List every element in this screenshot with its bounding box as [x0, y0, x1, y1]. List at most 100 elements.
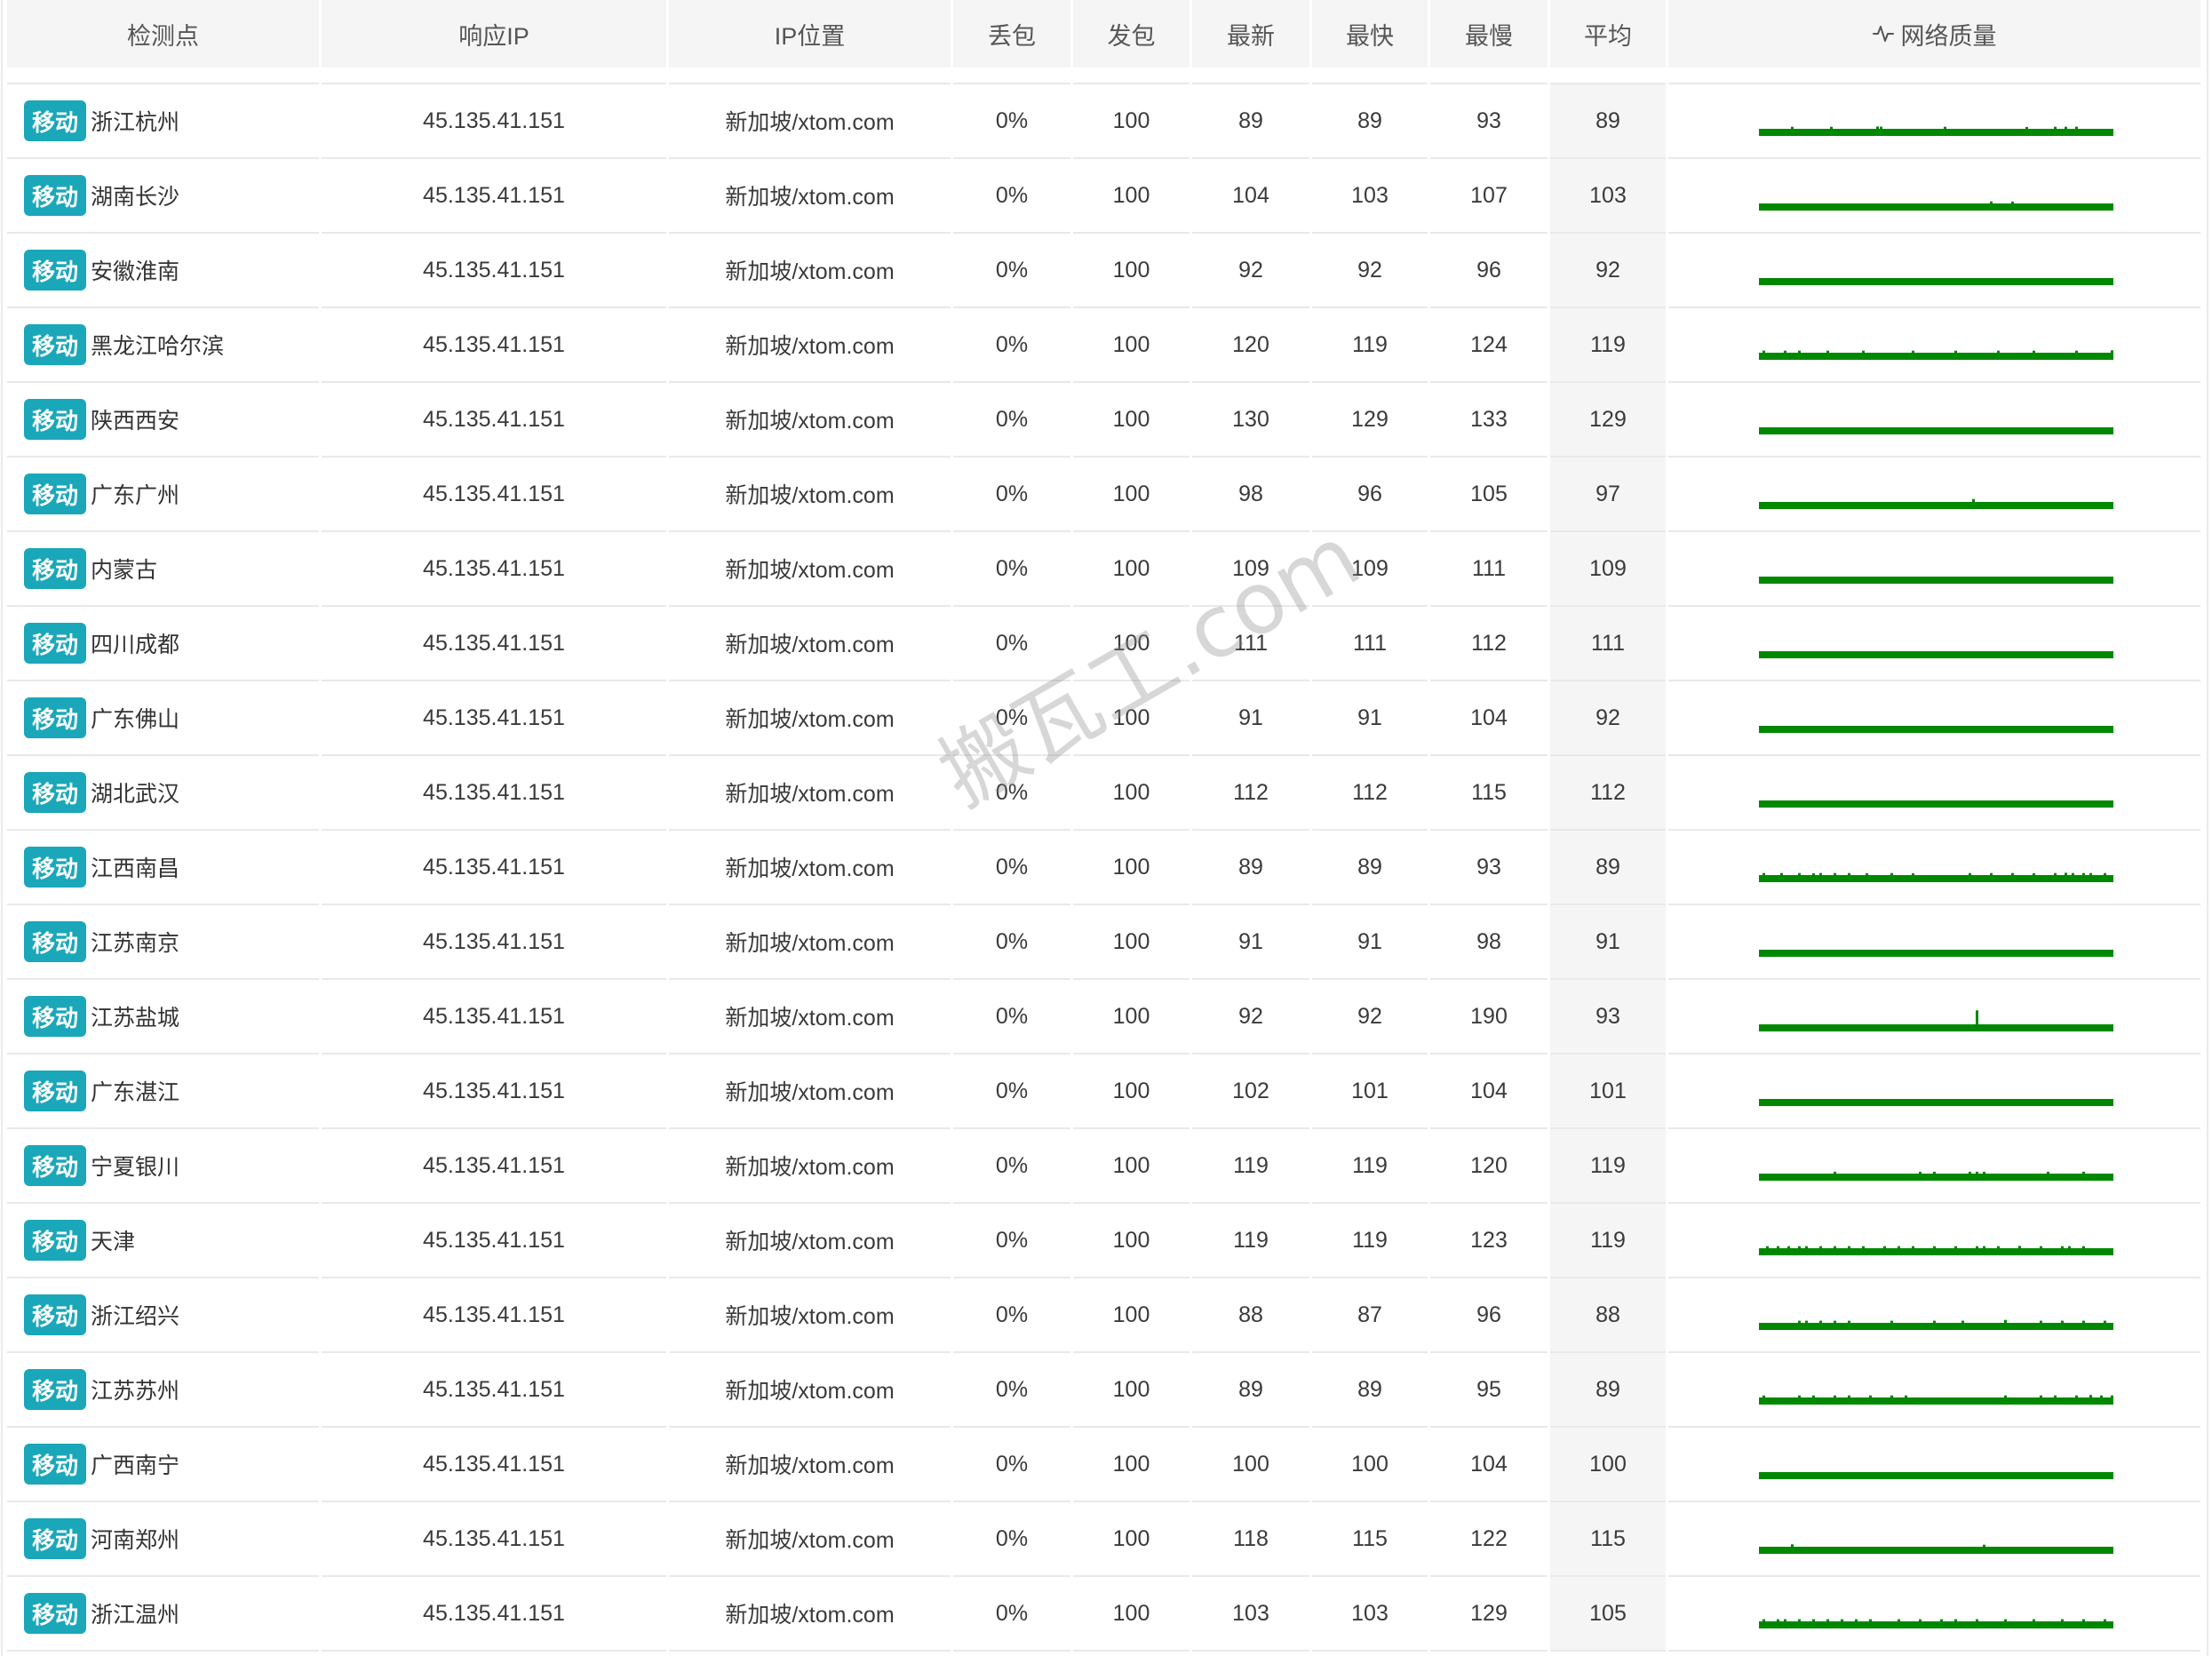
packet-loss-cell: 0%: [953, 234, 1070, 308]
quality-spike: [1912, 350, 1914, 354]
slowest-latency-cell: 115: [1430, 756, 1548, 831]
latest-latency-cell: 109: [1192, 532, 1309, 607]
quality-spike: [1798, 1320, 1801, 1324]
network-quality-cell: [1668, 980, 2200, 1055]
activity-icon: [1872, 26, 1894, 42]
table-row: 移动 四川成都 45.135.41.151 新加坡/xtom.com 0% 10…: [4, 607, 2203, 681]
quality-spike: [1890, 872, 1893, 876]
quality-spike: [1983, 1246, 1985, 1249]
packet-loss-cell: 0%: [953, 756, 1070, 831]
location-name: 安徽淮南: [91, 259, 180, 284]
quality-baseline: [1759, 651, 2113, 658]
network-quality-cell: [1668, 308, 2200, 383]
quality-spike: [2054, 126, 2057, 130]
network-quality-cell: [1668, 234, 2200, 308]
packets-sent-cell: 100: [1073, 234, 1190, 308]
packet-loss-cell: 0%: [953, 383, 1070, 458]
location-name: 黑龙江哈尔滨: [91, 334, 225, 359]
packets-sent-cell: 100: [1073, 1428, 1190, 1502]
response-ip-cell: 45.135.41.151: [322, 159, 666, 234]
header-network-quality-label: 网络质量: [1900, 22, 1997, 50]
quality-baseline: [1759, 1397, 2113, 1405]
packet-loss-cell: 0%: [953, 308, 1070, 383]
quality-baseline: [1759, 427, 2113, 434]
slowest-latency-cell: 104: [1430, 1428, 1548, 1502]
quality-spike: [2082, 872, 2085, 876]
network-quality-cell: [1668, 681, 2200, 756]
quality-spike: [1819, 1320, 1822, 1324]
packets-sent-cell: 100: [1073, 83, 1190, 159]
header-slowest: 最慢: [1430, 0, 1548, 68]
packet-loss-cell: 0%: [953, 1278, 1070, 1353]
latest-latency-cell: 112: [1192, 756, 1309, 831]
header-average: 平均: [1550, 0, 1666, 68]
quality-spike: [2047, 1171, 2049, 1174]
quality-spike: [1919, 1619, 1922, 1622]
quality-spike: [1805, 1320, 1808, 1324]
quality-baseline: [1759, 1024, 2113, 1031]
probe-point-cell: 移动 黑龙江哈尔滨: [7, 308, 319, 383]
response-ip-cell: 45.135.41.151: [322, 383, 666, 458]
quality-spike: [2040, 1320, 2042, 1324]
quality-spike: [2104, 872, 2106, 876]
quality-spike: [1990, 872, 1993, 876]
latest-latency-cell: 88: [1192, 1278, 1309, 1353]
ip-location-cell: 新加坡/xtom.com: [669, 1129, 951, 1204]
slowest-latency-cell: 129: [1430, 1577, 1548, 1652]
packet-loss-cell: 0%: [953, 681, 1070, 756]
quality-spike: [1834, 1395, 1836, 1398]
isp-badge: 移动: [24, 1145, 86, 1186]
ip-location-cell: 新加坡/xtom.com: [669, 308, 951, 383]
ip-location-cell: 新加坡/xtom.com: [669, 159, 951, 234]
probe-point-cell: 移动 浙江温州: [7, 1577, 319, 1652]
quality-sparkline: [1759, 1319, 2113, 1330]
quality-spike: [1812, 872, 1815, 876]
network-quality-cell: [1668, 159, 2200, 234]
quality-spike: [1905, 1395, 1907, 1398]
isp-badge: 移动: [24, 1518, 86, 1559]
table-row: 移动 广东广州 45.135.41.151 新加坡/xtom.com 0% 10…: [4, 458, 2203, 532]
header-network-quality: 网络质量: [1668, 0, 2200, 68]
quality-spike: [1787, 1246, 1790, 1249]
quality-spike: [2061, 1246, 2064, 1249]
response-ip-cell: 45.135.41.151: [322, 458, 666, 532]
average-latency-cell: 129: [1550, 383, 1666, 458]
probe-point-cell: 移动 河南郑州: [7, 1502, 319, 1577]
quality-spike: [2100, 1395, 2103, 1398]
table-row: 移动 广东湛江 45.135.41.151 新加坡/xtom.com 0% 10…: [4, 1055, 2203, 1129]
response-ip-cell: 45.135.41.151: [322, 1353, 666, 1428]
ip-location-cell: 新加坡/xtom.com: [669, 234, 951, 308]
quality-sparkline: [1759, 498, 2113, 509]
probe-point-cell: 移动 江苏南京: [7, 905, 319, 980]
slowest-latency-cell: 96: [1430, 234, 1548, 308]
quality-spike: [1890, 1395, 1893, 1398]
probe-point-cell: 移动 湖北武汉: [7, 756, 319, 831]
quality-baseline: [1759, 278, 2113, 285]
fastest-latency-cell: 96: [1312, 458, 1428, 532]
slowest-latency-cell: 95: [1430, 1353, 1548, 1428]
average-latency-cell: 92: [1550, 234, 1666, 308]
table-row: 移动 黑龙江哈尔滨 45.135.41.151 新加坡/xtom.com 0% …: [4, 308, 2203, 383]
quality-spike: [1862, 1246, 1865, 1249]
packets-sent-cell: 100: [1073, 159, 1190, 234]
response-ip-cell: 45.135.41.151: [322, 681, 666, 756]
quality-spike: [1791, 1544, 1794, 1548]
packets-sent-cell: 100: [1073, 681, 1190, 756]
quality-spike: [1869, 1619, 1872, 1622]
quality-sparkline: [1759, 1395, 2113, 1405]
isp-badge: 移动: [24, 1369, 86, 1410]
quality-spike: [2068, 1246, 2071, 1249]
slowest-latency-cell: 122: [1430, 1502, 1548, 1577]
latest-latency-cell: 130: [1192, 383, 1309, 458]
quality-spike: [1876, 126, 1879, 130]
header-response-ip: 响应IP: [322, 0, 666, 68]
packets-sent-cell: 100: [1073, 1055, 1190, 1129]
quality-spike: [1969, 1171, 1971, 1174]
location-name: 陕西西安: [91, 409, 180, 434]
quality-spike: [2040, 1246, 2042, 1249]
location-name: 四川成都: [91, 633, 180, 657]
location-name: 河南郑州: [91, 1528, 180, 1553]
isp-badge: 移动: [24, 100, 86, 141]
fastest-latency-cell: 109: [1312, 532, 1428, 607]
quality-spike: [1983, 1171, 1985, 1174]
